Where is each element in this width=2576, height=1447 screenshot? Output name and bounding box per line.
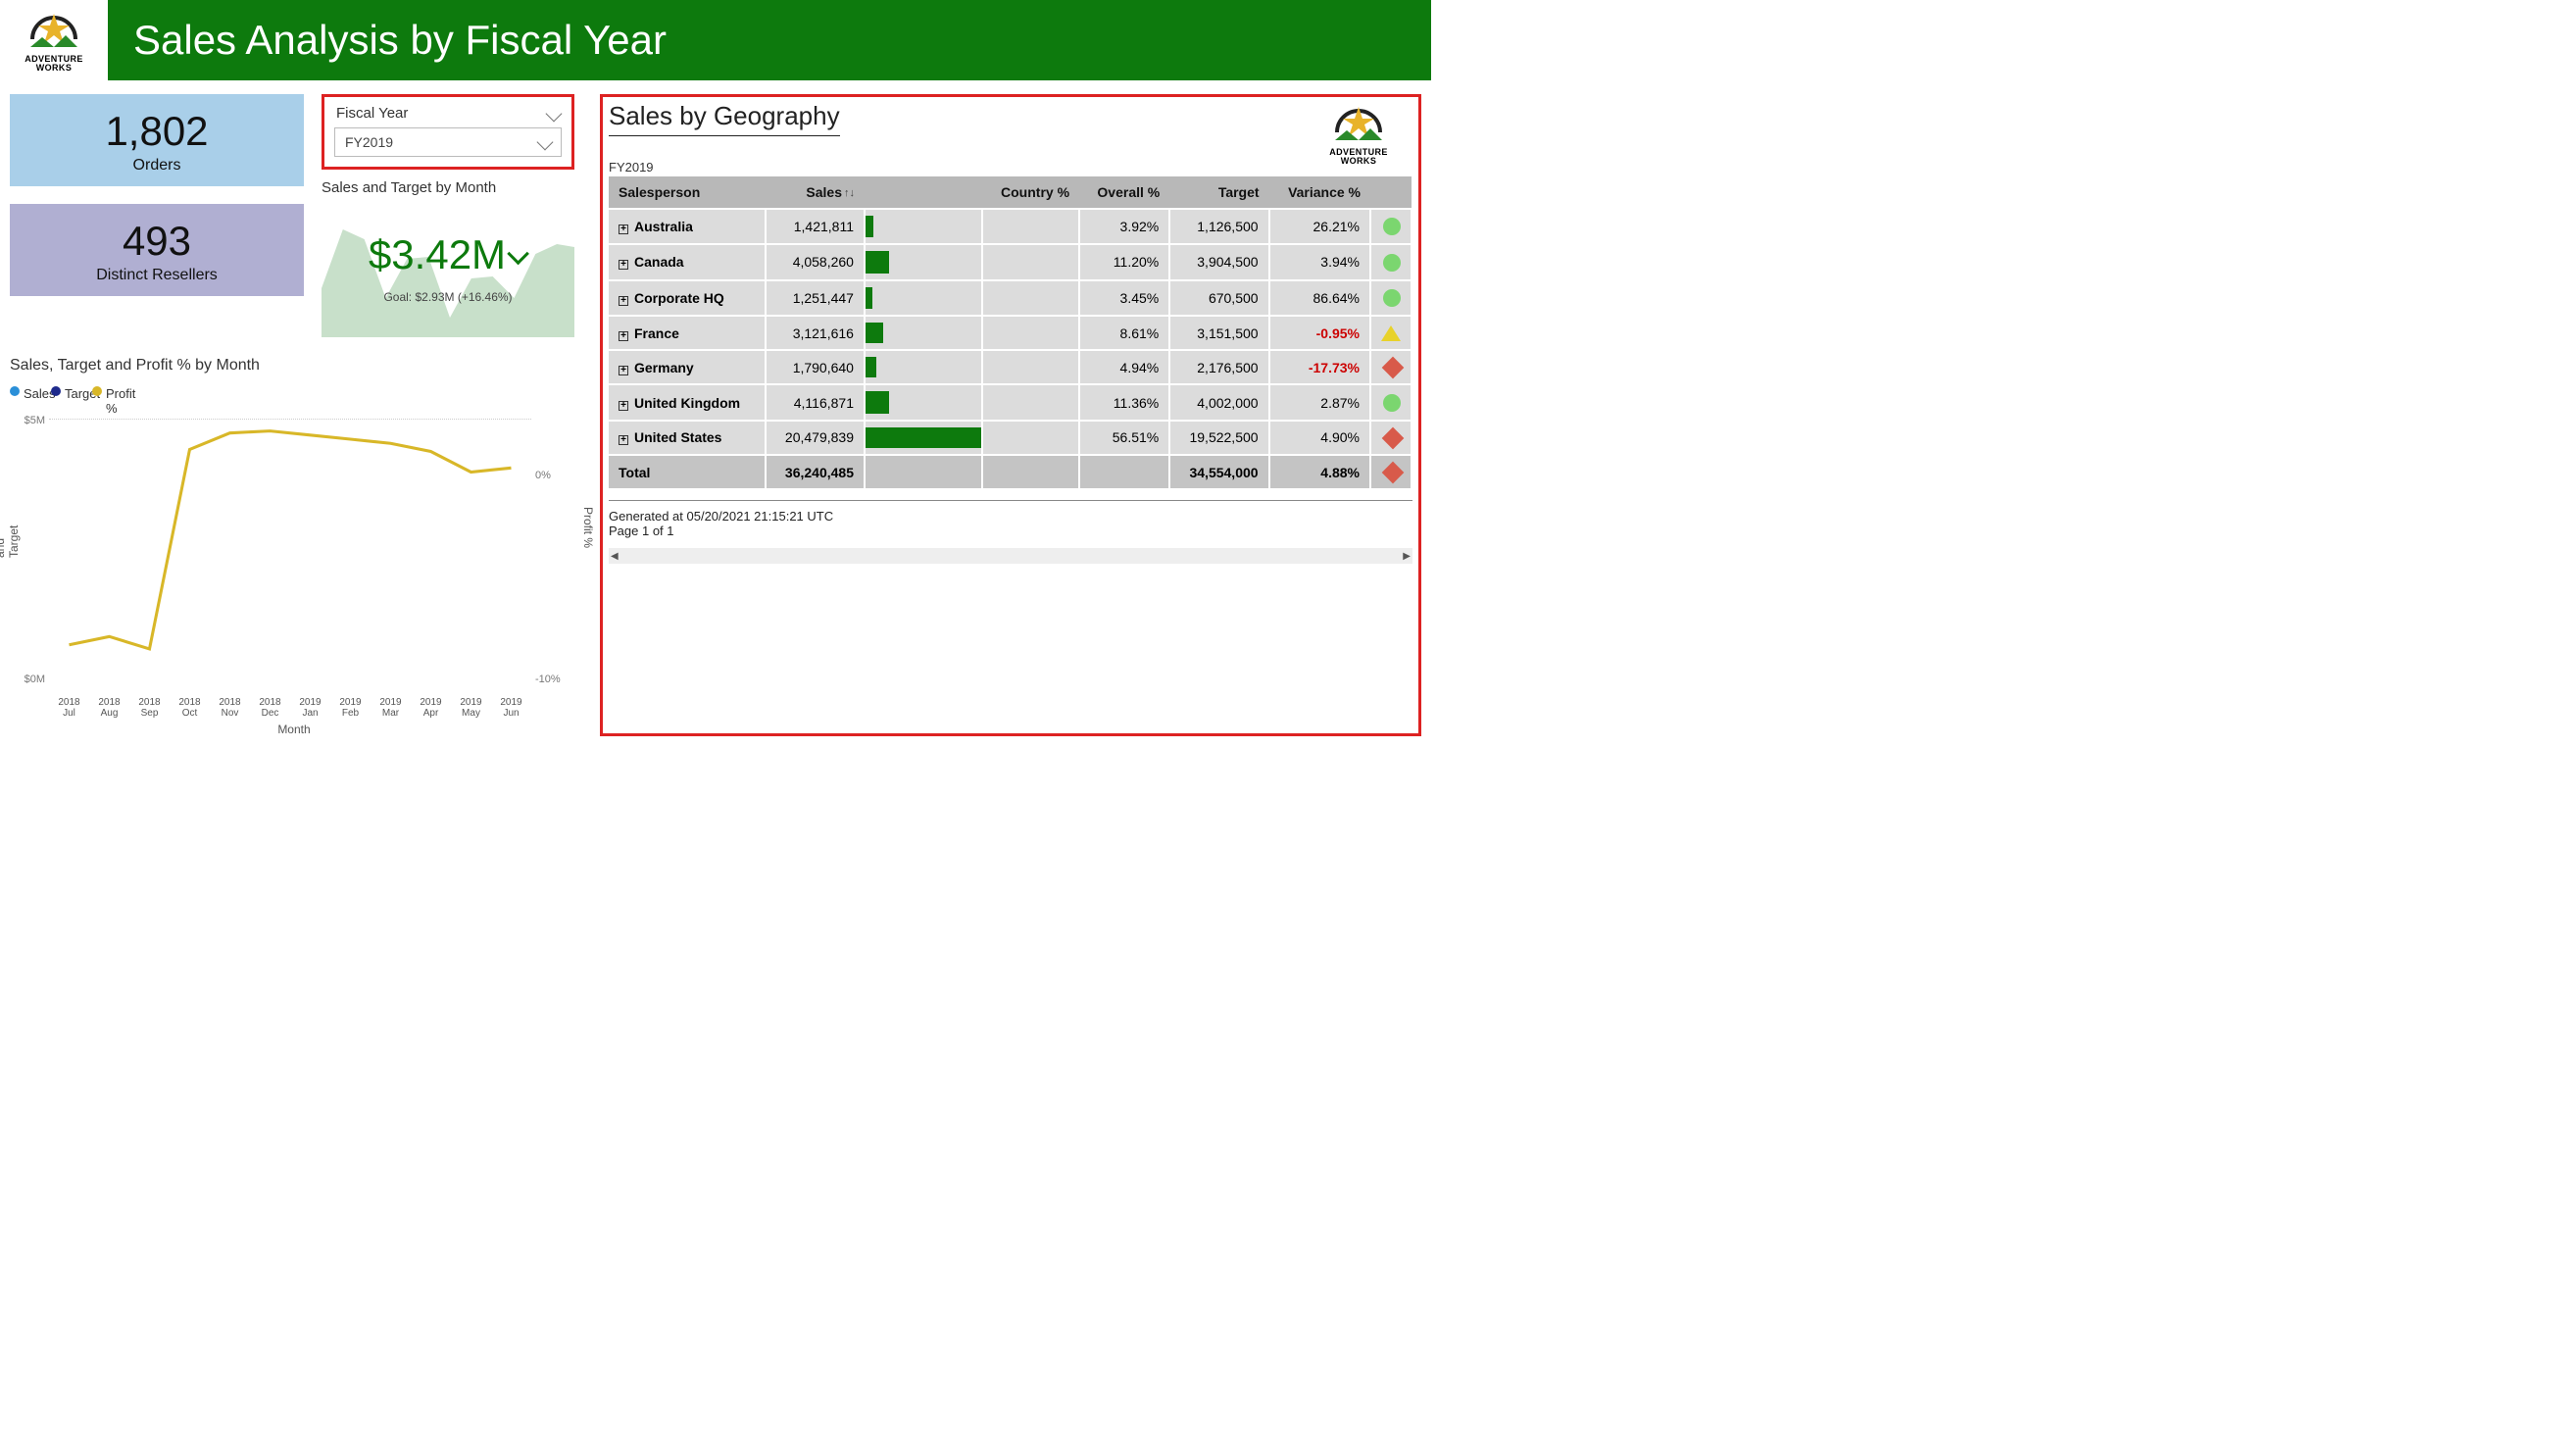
x-tick: 2019Mar	[371, 697, 411, 719]
fiscal-year-slicer[interactable]: Fiscal Year FY2019	[322, 94, 574, 170]
col-variance[interactable]: Variance %	[1269, 176, 1370, 209]
geo-subtitle: FY2019	[609, 150, 840, 176]
geo-table[interactable]: Salesperson Sales↑↓ Country % Overall % …	[609, 176, 1412, 488]
status-indicator	[1381, 325, 1401, 341]
table-row[interactable]: +Australia1,421,8113.92%1,126,50026.21%	[609, 209, 1412, 244]
x-tick: 2019Feb	[330, 697, 371, 719]
expand-icon[interactable]: +	[619, 260, 628, 270]
slicer-label: Fiscal Year	[336, 105, 408, 122]
check-icon	[507, 243, 529, 266]
status-indicator	[1382, 427, 1405, 450]
title-bar: Sales Analysis by Fiscal Year	[108, 0, 1431, 80]
scroll-right-icon[interactable]: ▶	[1403, 551, 1411, 562]
x-tick: 2019Apr	[411, 697, 451, 719]
col-bar	[865, 176, 982, 209]
table-row[interactable]: +Canada4,058,26011.20%3,904,5003.94%	[609, 244, 1412, 279]
col-overall[interactable]: Overall %	[1079, 176, 1169, 209]
x-tick: 2019May	[451, 697, 491, 719]
table-row[interactable]: +United States20,479,83956.51%19,522,500…	[609, 421, 1412, 455]
x-tick: 2018Sep	[129, 697, 170, 719]
combo-legend: Sales Target Profit %	[10, 382, 578, 397]
geo-footer: Generated at 05/20/2021 21:15:21 UTC Pag…	[609, 500, 1412, 538]
kpi-title: Sales and Target by Month	[322, 179, 574, 196]
horizontal-scrollbar[interactable]: ◀ ▶	[609, 548, 1412, 564]
combo-chart[interactable]: Sales and Target $5M $0M 2018Jul2018Aug2…	[10, 405, 578, 719]
logo-icon	[25, 8, 83, 55]
kpi-value: $3.42M	[322, 231, 574, 278]
col-country[interactable]: Country %	[982, 176, 1079, 209]
scroll-left-icon[interactable]: ◀	[611, 551, 619, 562]
col-sales[interactable]: Sales↑↓	[766, 176, 865, 209]
combo-title: Sales, Target and Profit % by Month	[10, 357, 578, 374]
status-indicator	[1383, 254, 1401, 272]
expand-icon[interactable]: +	[619, 401, 628, 411]
logo: ADVENTUREWORKS	[0, 8, 108, 73]
table-row[interactable]: +United Kingdom4,116,87111.36%4,002,0002…	[609, 384, 1412, 420]
geo-title: Sales by Geography	[609, 101, 840, 131]
x-tick: 2019Jun	[491, 697, 531, 719]
expand-icon[interactable]: +	[619, 366, 628, 375]
sales-by-geography-panel: Sales by Geography FY2019 ADVENTUREWORKS…	[600, 94, 1421, 736]
page-title: Sales Analysis by Fiscal Year	[133, 17, 667, 64]
card-resellers[interactable]: 493 Distinct Resellers	[10, 204, 304, 296]
chevron-down-icon	[537, 134, 554, 151]
expand-icon[interactable]: +	[619, 296, 628, 306]
kpi-visual[interactable]: $3.42M Goal: $2.93M (+16.46%)	[322, 200, 574, 337]
logo-small: ADVENTUREWORKS	[1305, 101, 1412, 166]
x-tick: 2019Jan	[290, 697, 330, 719]
sort-icon: ↑↓	[844, 187, 855, 199]
x-tick: 2018Jul	[49, 697, 89, 719]
expand-icon[interactable]: +	[619, 225, 628, 234]
table-row[interactable]: +Germany1,790,6404.94%2,176,500-17.73%	[609, 350, 1412, 384]
x-tick: 2018Oct	[170, 697, 210, 719]
expand-icon[interactable]: +	[619, 435, 628, 445]
col-salesperson[interactable]: Salesperson	[609, 176, 766, 209]
chevron-down-icon[interactable]	[546, 105, 563, 122]
table-row[interactable]: +Corporate HQ1,251,4473.45%670,50086.64%	[609, 280, 1412, 316]
card-orders[interactable]: 1,802 Orders	[10, 94, 304, 186]
header: ADVENTUREWORKS Sales Analysis by Fiscal …	[0, 0, 1431, 80]
status-indicator	[1383, 289, 1401, 307]
x-tick: 2018Nov	[210, 697, 250, 719]
expand-icon[interactable]: +	[619, 331, 628, 341]
x-tick: 2018Dec	[250, 697, 290, 719]
col-target[interactable]: Target	[1169, 176, 1268, 209]
status-indicator	[1383, 394, 1401, 412]
status-indicator	[1382, 357, 1405, 379]
kpi-goal: Goal: $2.93M (+16.46%)	[322, 290, 574, 304]
slicer-select[interactable]: FY2019	[334, 127, 562, 157]
x-tick: 2018Aug	[89, 697, 129, 719]
status-indicator	[1383, 218, 1401, 235]
table-row[interactable]: +France3,121,6168.61%3,151,500-0.95%	[609, 316, 1412, 350]
table-total-row: Total36,240,48534,554,0004.88%	[609, 455, 1412, 488]
